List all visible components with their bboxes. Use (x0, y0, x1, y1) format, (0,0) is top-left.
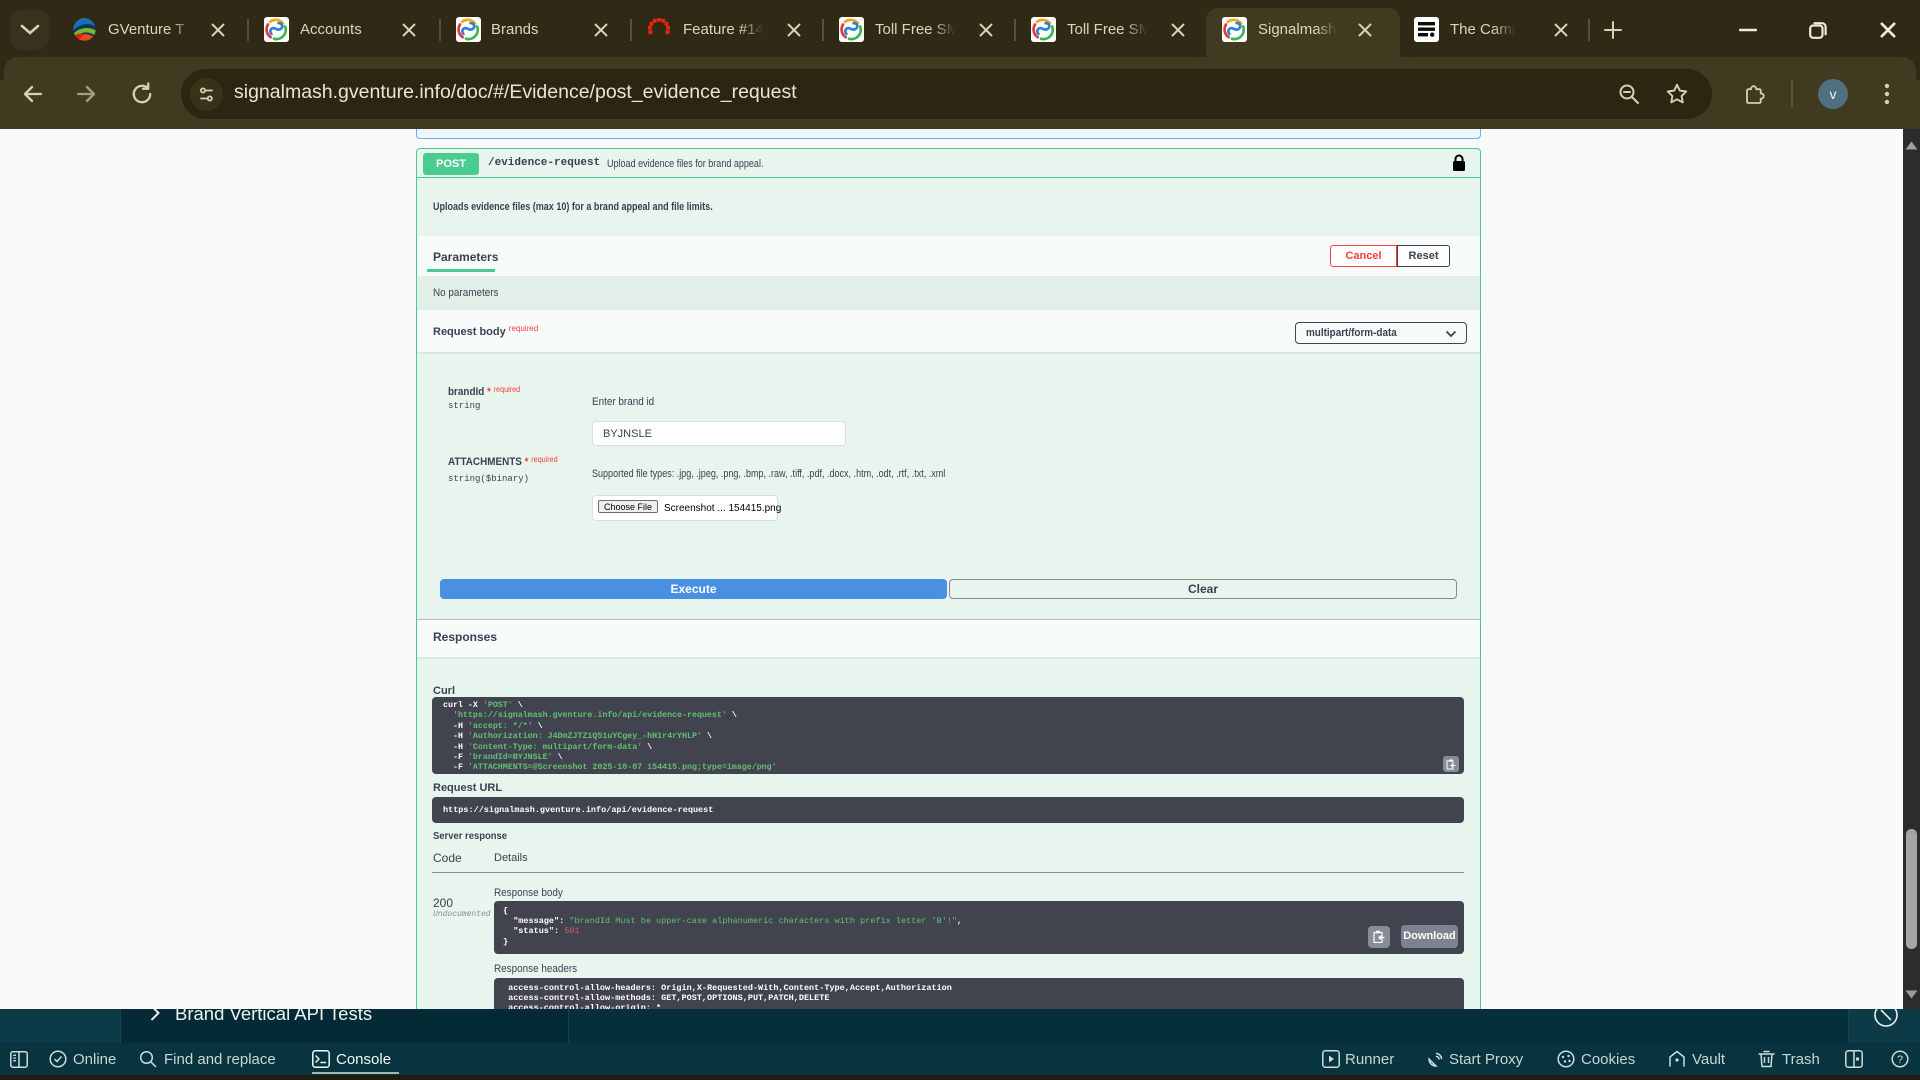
svg-text:?: ? (1897, 1054, 1903, 1066)
